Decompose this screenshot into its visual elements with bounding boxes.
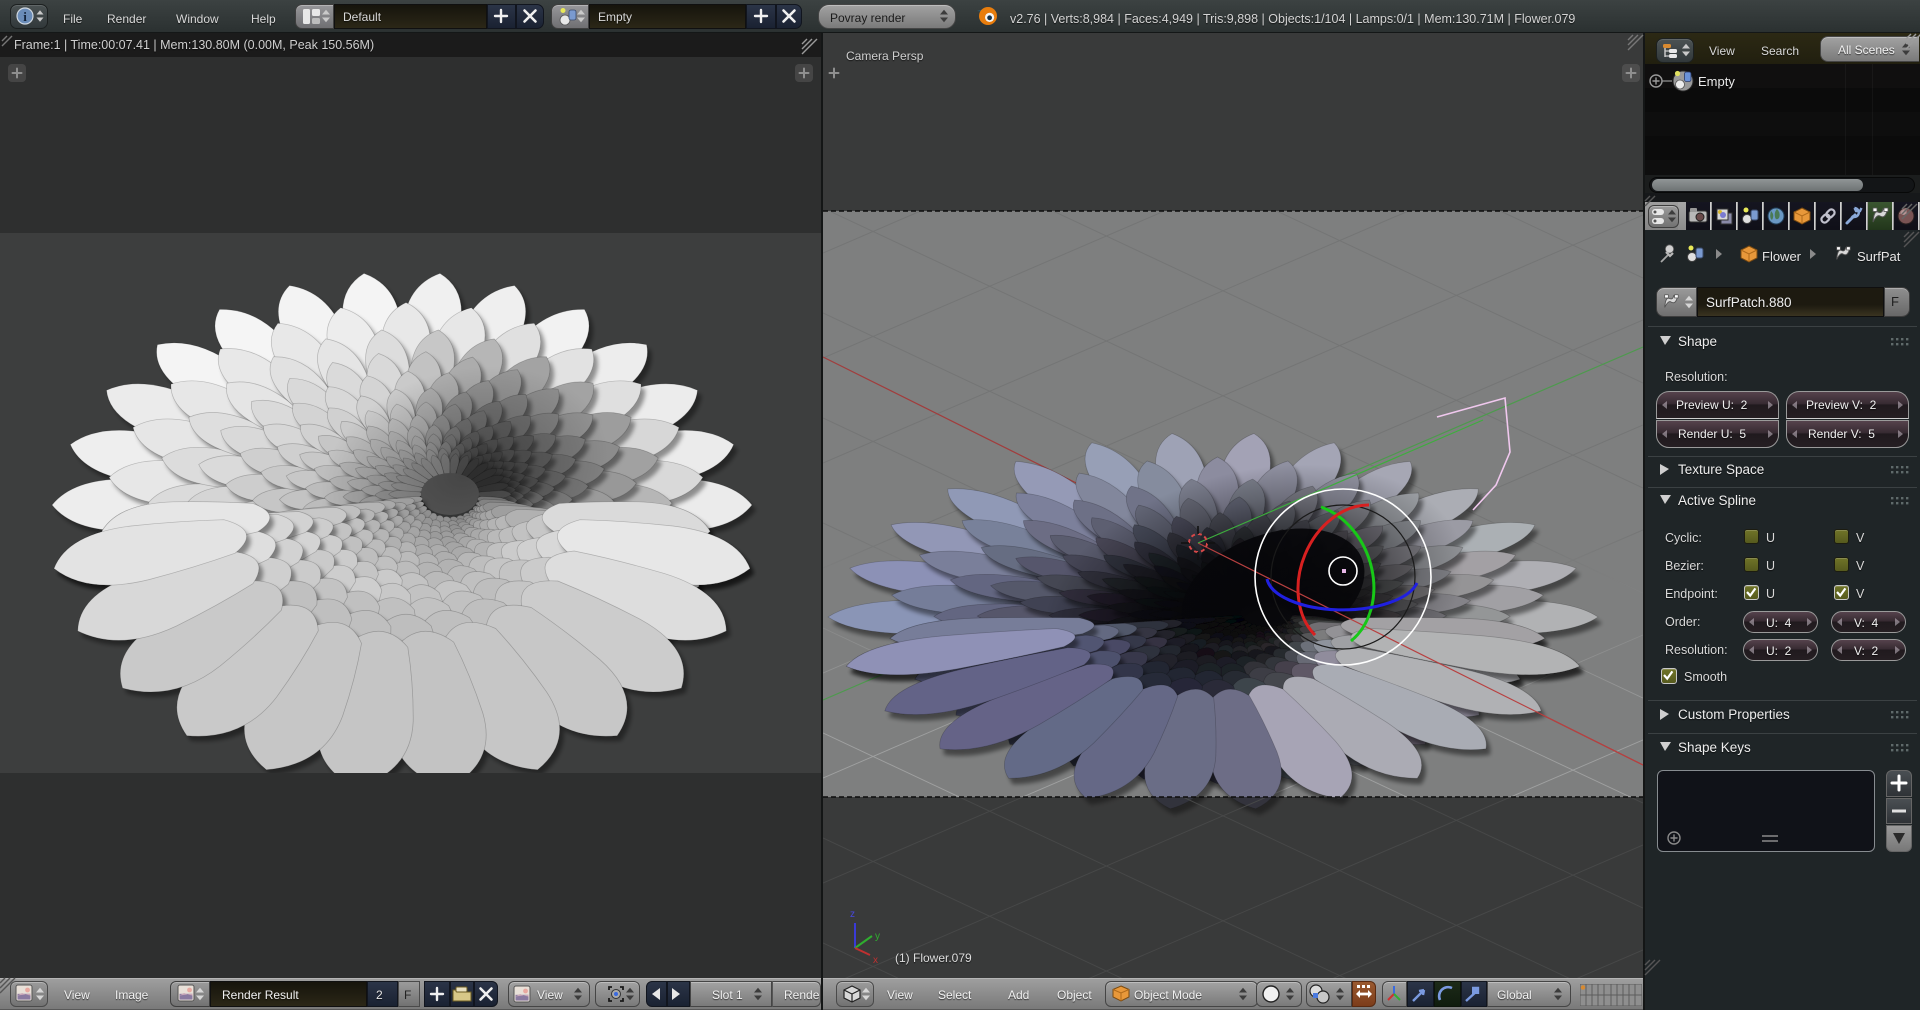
svg-text:z: z — [850, 909, 855, 920]
svg-text:x: x — [873, 955, 878, 966]
svg-text:y: y — [875, 931, 880, 942]
